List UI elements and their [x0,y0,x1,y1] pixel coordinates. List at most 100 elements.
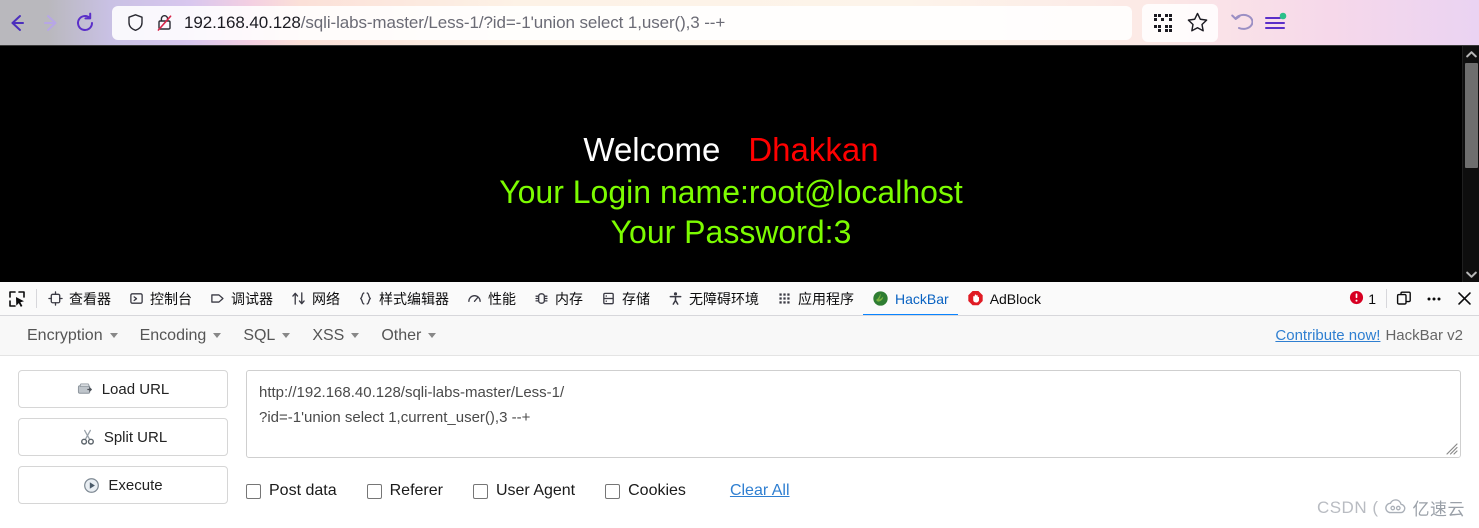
hackbar-panel: Encryption Encoding SQL XSS Other Contri… [0,316,1479,528]
menu-sql[interactable]: SQL [232,321,301,351]
network-icon [291,291,306,306]
toolbar-divider [36,289,37,308]
tab-performance[interactable]: 性能 [458,283,525,315]
tabbar-spacer [1050,282,1341,315]
tab-label: 控制台 [150,290,192,307]
hackbar-body: Load URL Split URL Execute http://192.16… [0,356,1479,504]
execute-icon [83,477,100,494]
url-host: 192.168.40.128 [184,12,301,32]
hackbar-version-label: HackBar v2 [1385,327,1463,344]
hackbar-menubar: Encryption Encoding SQL XSS Other Contri… [0,316,1479,356]
load-url-icon [77,381,94,398]
sqli-result-body: Welcome Dhakkan Your Login name:root@loca… [0,46,1462,282]
error-count-label: 1 [1368,290,1376,307]
lock-crossed-icon[interactable] [155,13,174,32]
tab-inspector[interactable]: 查看器 [39,283,120,315]
dock-toggle-button[interactable] [1389,282,1419,315]
tab-label: 性能 [488,290,516,307]
checkbox-box[interactable] [366,483,382,499]
reload-button[interactable] [68,6,102,40]
back-button[interactable] [0,6,34,40]
cloud-logo-icon [1384,499,1408,516]
checkbox-user-agent[interactable]: User Agent [472,482,576,500]
tab-debugger[interactable]: 调试器 [201,283,282,315]
qr-code-icon [1154,13,1172,32]
contribute-link[interactable]: Contribute now! [1275,327,1380,344]
checkbox-post-data[interactable]: Post data [246,482,337,500]
error-count-badge[interactable]: 1 [1341,282,1384,315]
dock-panel-icon [1396,291,1411,305]
bookmark-button[interactable] [1180,6,1214,40]
adblock-icon [967,290,984,307]
scrollbar-down-arrow[interactable] [1463,266,1479,282]
scrollbar-thumb[interactable] [1464,63,1478,168]
tab-adblock[interactable]: AdBlock [958,283,1050,315]
close-icon [1457,292,1471,305]
split-url-button[interactable]: Split URL [18,418,228,456]
devtools-close-button[interactable] [1449,282,1479,315]
toolbar-right-actions [1142,3,1300,42]
scrollbar-up-arrow[interactable] [1463,46,1479,62]
accessibility-icon [668,291,683,306]
arrow-left-icon [11,14,24,31]
resize-grip-icon[interactable] [1444,441,1458,455]
tab-storage[interactable]: 存储 [592,283,659,315]
tab-label: 调试器 [231,290,273,307]
hackbar-icon [872,290,889,307]
hackbar-action-buttons: Load URL Split URL Execute [18,370,228,504]
checkbox-label: Cookies [628,482,686,499]
welcome-label: Welcome [583,131,721,168]
chevron-down-icon [282,333,291,338]
element-picker-button[interactable] [0,282,34,315]
tab-console[interactable]: 控制台 [120,283,201,315]
menu-label: Other [381,326,422,344]
chevron-down-icon [428,333,437,338]
app-menu-button[interactable] [1258,6,1292,40]
login-name-line: Your Login name:root@localhost [499,174,963,210]
hackbar-input-area: http://192.168.40.128/sqli-labs-master/L… [246,370,1461,504]
inspector-icon [48,291,63,306]
checkbox-label: User Agent [495,482,576,499]
load-url-button[interactable]: Load URL [18,370,228,408]
menu-encryption[interactable]: Encryption [16,321,129,351]
page-scrollbar[interactable] [1462,46,1479,282]
url-text[interactable]: 192.168.40.128/sqli-labs-master/Less-1/?… [184,13,725,33]
tab-label: 内存 [555,290,583,307]
tab-label: 存储 [622,290,650,307]
menu-label: XSS [312,326,345,344]
devtools-more-button[interactable] [1419,282,1449,315]
undo-button[interactable] [1224,6,1258,40]
menu-encoding[interactable]: Encoding [129,321,233,351]
qr-code-button[interactable] [1146,6,1180,40]
tab-accessibility[interactable]: 无障碍环境 [659,283,768,315]
forward-button[interactable] [34,6,68,40]
menu-xss[interactable]: XSS [301,321,370,351]
execute-button[interactable]: Execute [18,466,228,504]
shield-icon[interactable] [126,13,145,32]
checkbox-referer[interactable]: Referer [366,482,443,500]
url-textarea-line-1: http://192.168.40.128/sqli-labs-master/L… [259,384,565,401]
tab-hackbar[interactable]: HackBar [863,283,958,315]
menu-other[interactable]: Other [370,321,447,351]
tab-label: 无障碍环境 [689,290,759,307]
checkbox-box[interactable] [472,483,488,499]
tab-style-editor[interactable]: 样式编辑器 [349,283,458,315]
undo-arrow-icon [1231,13,1253,30]
clear-all-link[interactable]: Clear All [730,482,790,500]
chevron-down-icon [109,333,118,338]
checkbox-box[interactable] [605,483,621,499]
tab-memory[interactable]: 内存 [525,283,592,315]
url-path: /sqli-labs-master/Less-1/?id=-1'union se… [300,12,726,32]
reload-icon [77,12,93,31]
watermark: CSDN ( 亿速云 [1317,495,1465,520]
url-textarea[interactable]: http://192.168.40.128/sqli-labs-master/L… [246,370,1461,458]
checkbox-box[interactable] [246,483,261,499]
memory-icon [534,291,549,306]
tab-network[interactable]: 网络 [282,283,349,315]
bookmark-star-icon [1187,12,1207,32]
checkbox-label: Post data [269,482,337,499]
tab-application[interactable]: 应用程序 [768,283,863,315]
url-bar[interactable]: 192.168.40.128/sqli-labs-master/Less-1/?… [112,5,1132,40]
checkbox-cookies[interactable]: Cookies [605,482,686,500]
chevron-down-icon [351,333,360,338]
